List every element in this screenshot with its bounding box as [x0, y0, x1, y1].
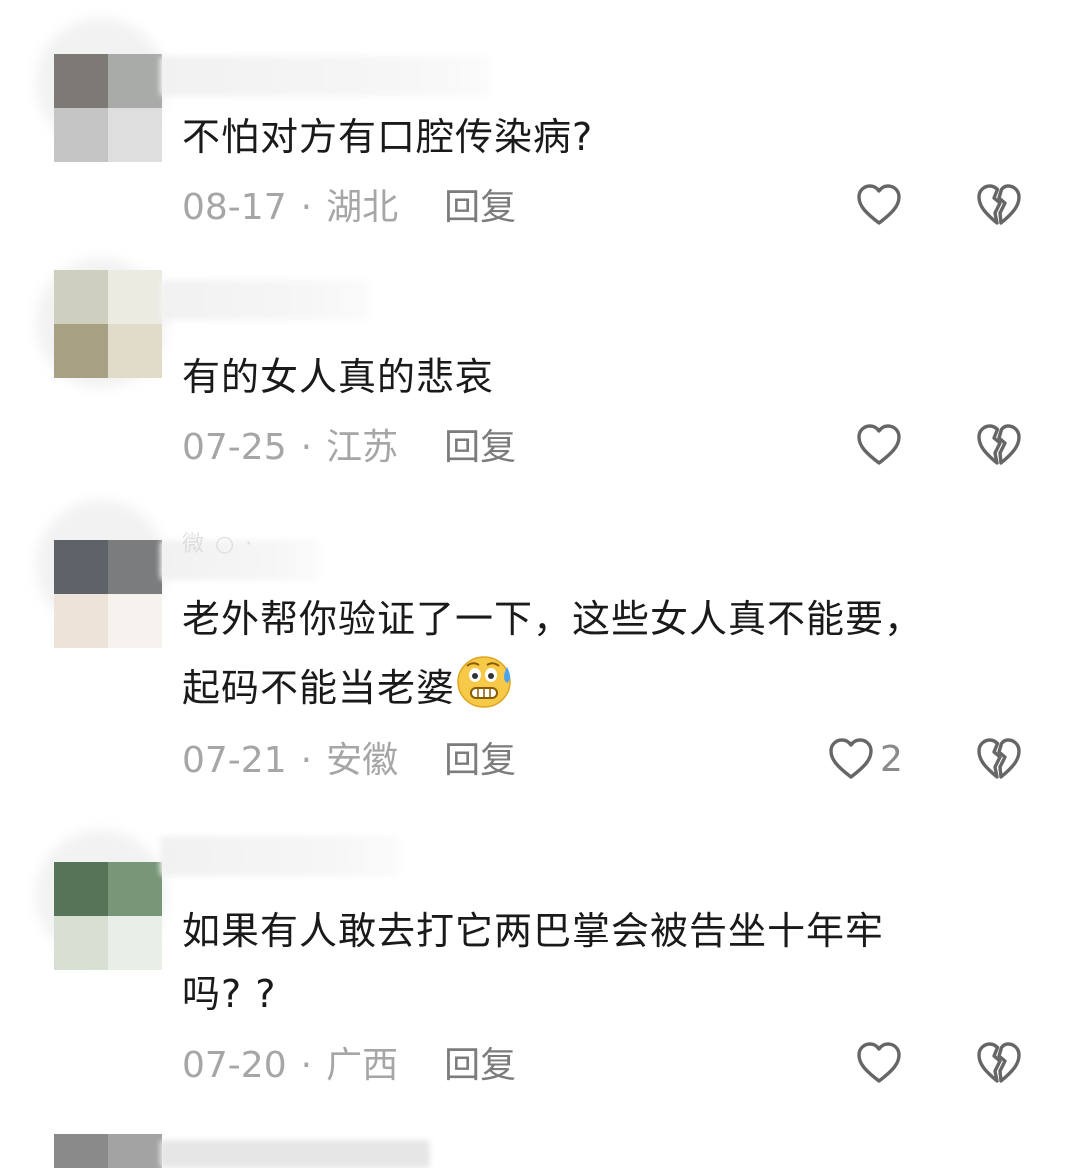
broken-heart-outline-icon — [977, 184, 1021, 225]
reply-button[interactable]: 回复 — [444, 187, 516, 228]
username-blurred[interactable] — [160, 56, 490, 96]
comment-text-line: 吗? ? — [182, 972, 277, 1016]
comment-date: 08-17 — [182, 187, 287, 228]
username-blurred[interactable] — [160, 836, 400, 876]
comment-date: 07-20 — [182, 1045, 287, 1086]
username-blurred[interactable] — [160, 280, 370, 320]
broken-heart-outline-icon — [977, 1042, 1021, 1083]
like-button[interactable]: 2 — [828, 737, 903, 781]
username-blurred[interactable] — [160, 1140, 430, 1168]
avatar[interactable] — [54, 270, 162, 378]
dislike-button[interactable] — [976, 183, 1022, 231]
dislike-button[interactable] — [976, 423, 1022, 471]
heart-outline-icon — [857, 424, 901, 465]
reply-button[interactable]: 回复 — [444, 1045, 516, 1086]
comment-meta: 07-21 · 安徽 回复 — [182, 741, 516, 781]
comment-text: 如果有人敢去打它两巴掌会被告坐十年牢 吗? ? — [182, 900, 1042, 1026]
comment-text-line: 起码不能当老婆 — [182, 651, 1042, 728]
comment-location: 安徽 — [326, 740, 399, 781]
comment-meta: 07-25 · 江苏 回复 — [182, 428, 516, 468]
username[interactable]: 微 ○ · — [182, 526, 254, 558]
meta-separator: · — [300, 1045, 313, 1086]
comment-text-line: 老外帮你验证了一下，这些女人真不能要， — [182, 597, 924, 641]
avatar[interactable] — [54, 862, 162, 970]
reply-button[interactable]: 回复 — [444, 427, 516, 468]
like-count: 2 — [880, 738, 903, 780]
like-button[interactable] — [856, 1041, 908, 1085]
comment-location: 湖北 — [326, 187, 399, 228]
reply-button[interactable]: 回复 — [444, 740, 516, 781]
meta-separator: · — [300, 740, 313, 781]
meta-separator: · — [300, 187, 313, 228]
avatar[interactable] — [54, 54, 162, 162]
comment-location: 江苏 — [326, 427, 399, 468]
heart-outline-icon — [857, 184, 901, 225]
like-button[interactable] — [856, 423, 908, 467]
comment-text: 有的女人真的悲哀 — [182, 355, 495, 399]
heart-outline-icon — [829, 738, 873, 779]
avatar[interactable] — [54, 540, 162, 648]
broken-heart-outline-icon — [977, 424, 1021, 465]
anxious-sweat-face-emoji — [455, 651, 517, 728]
comment-text: 老外帮你验证了一下，这些女人真不能要， 起码不能当老婆 — [182, 588, 1042, 728]
comment-meta: 08-17 · 湖北 回复 — [182, 188, 516, 228]
comment-location: 广西 — [326, 1045, 399, 1086]
broken-heart-outline-icon — [977, 738, 1021, 779]
avatar[interactable] — [54, 1134, 162, 1168]
dislike-button[interactable] — [976, 737, 1022, 785]
comment-meta: 07-20 · 广西 回复 — [182, 1046, 516, 1086]
comment-date: 07-25 — [182, 427, 287, 468]
comment-text: 不怕对方有口腔传染病? — [182, 115, 594, 159]
meta-separator: · — [300, 427, 313, 468]
comment-date: 07-21 — [182, 740, 287, 781]
comment-text-line: 如果有人敢去打它两巴掌会被告坐十年牢 — [182, 909, 885, 953]
like-button[interactable] — [856, 183, 908, 227]
heart-outline-icon — [857, 1042, 901, 1083]
dislike-button[interactable] — [976, 1041, 1022, 1089]
